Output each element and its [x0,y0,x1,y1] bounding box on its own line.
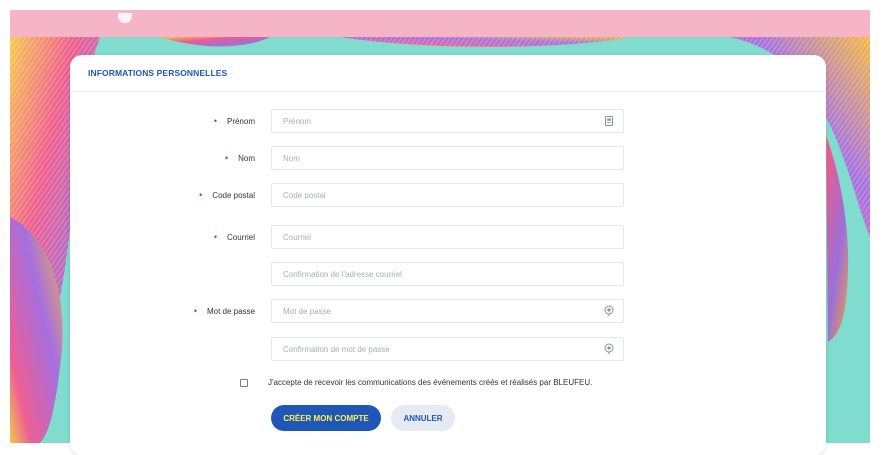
section-divider [70,91,826,92]
password-confirm-input[interactable] [272,338,583,360]
required-marker: • [213,232,217,242]
consent-text: J'accepte de recevoir les communications… [268,378,593,387]
last-name-field[interactable] [271,146,624,170]
required-marker: • [224,153,229,163]
first-name-label: • Prénom [213,116,255,126]
last-name-input[interactable] [272,147,583,169]
first-name-input[interactable] [272,110,583,132]
top-bar-avatar [118,13,132,23]
email-field[interactable] [271,225,624,249]
password-input[interactable] [272,300,583,322]
postal-code-label: • Code postal [199,190,255,200]
top-bar [10,10,870,37]
required-marker: • [193,306,197,316]
personal-info-card: INFORMATIONS PERSONNELLES •Prénom •Nom •… [70,55,826,455]
password-label: • Mot de passe [193,306,255,316]
postal-code-field[interactable] [271,183,624,207]
consent-checkbox[interactable] [240,378,248,387]
required-marker: • [199,190,203,200]
postal-code-input[interactable] [272,184,583,206]
eye-icon[interactable] [603,305,615,317]
eye-icon[interactable] [603,343,615,355]
email-confirm-field[interactable] [271,262,624,286]
create-account-button[interactable]: CRÉER MON COMPTE [271,405,381,431]
email-label: • Courriel [213,232,255,242]
section-title: INFORMATIONS PERSONNELLES [88,68,228,78]
first-name-field[interactable] [271,109,624,133]
required-marker: • [213,116,217,126]
email-confirm-input[interactable] [272,263,583,285]
last-name-label: • Nom [224,153,255,163]
contact-card-icon[interactable] [603,115,615,127]
cancel-button[interactable]: ANNULER [391,405,455,431]
consent-row: J'accepte de recevoir les communications… [240,378,592,387]
password-field[interactable] [271,299,624,323]
password-confirm-field[interactable] [271,337,624,361]
email-input[interactable] [272,226,583,248]
